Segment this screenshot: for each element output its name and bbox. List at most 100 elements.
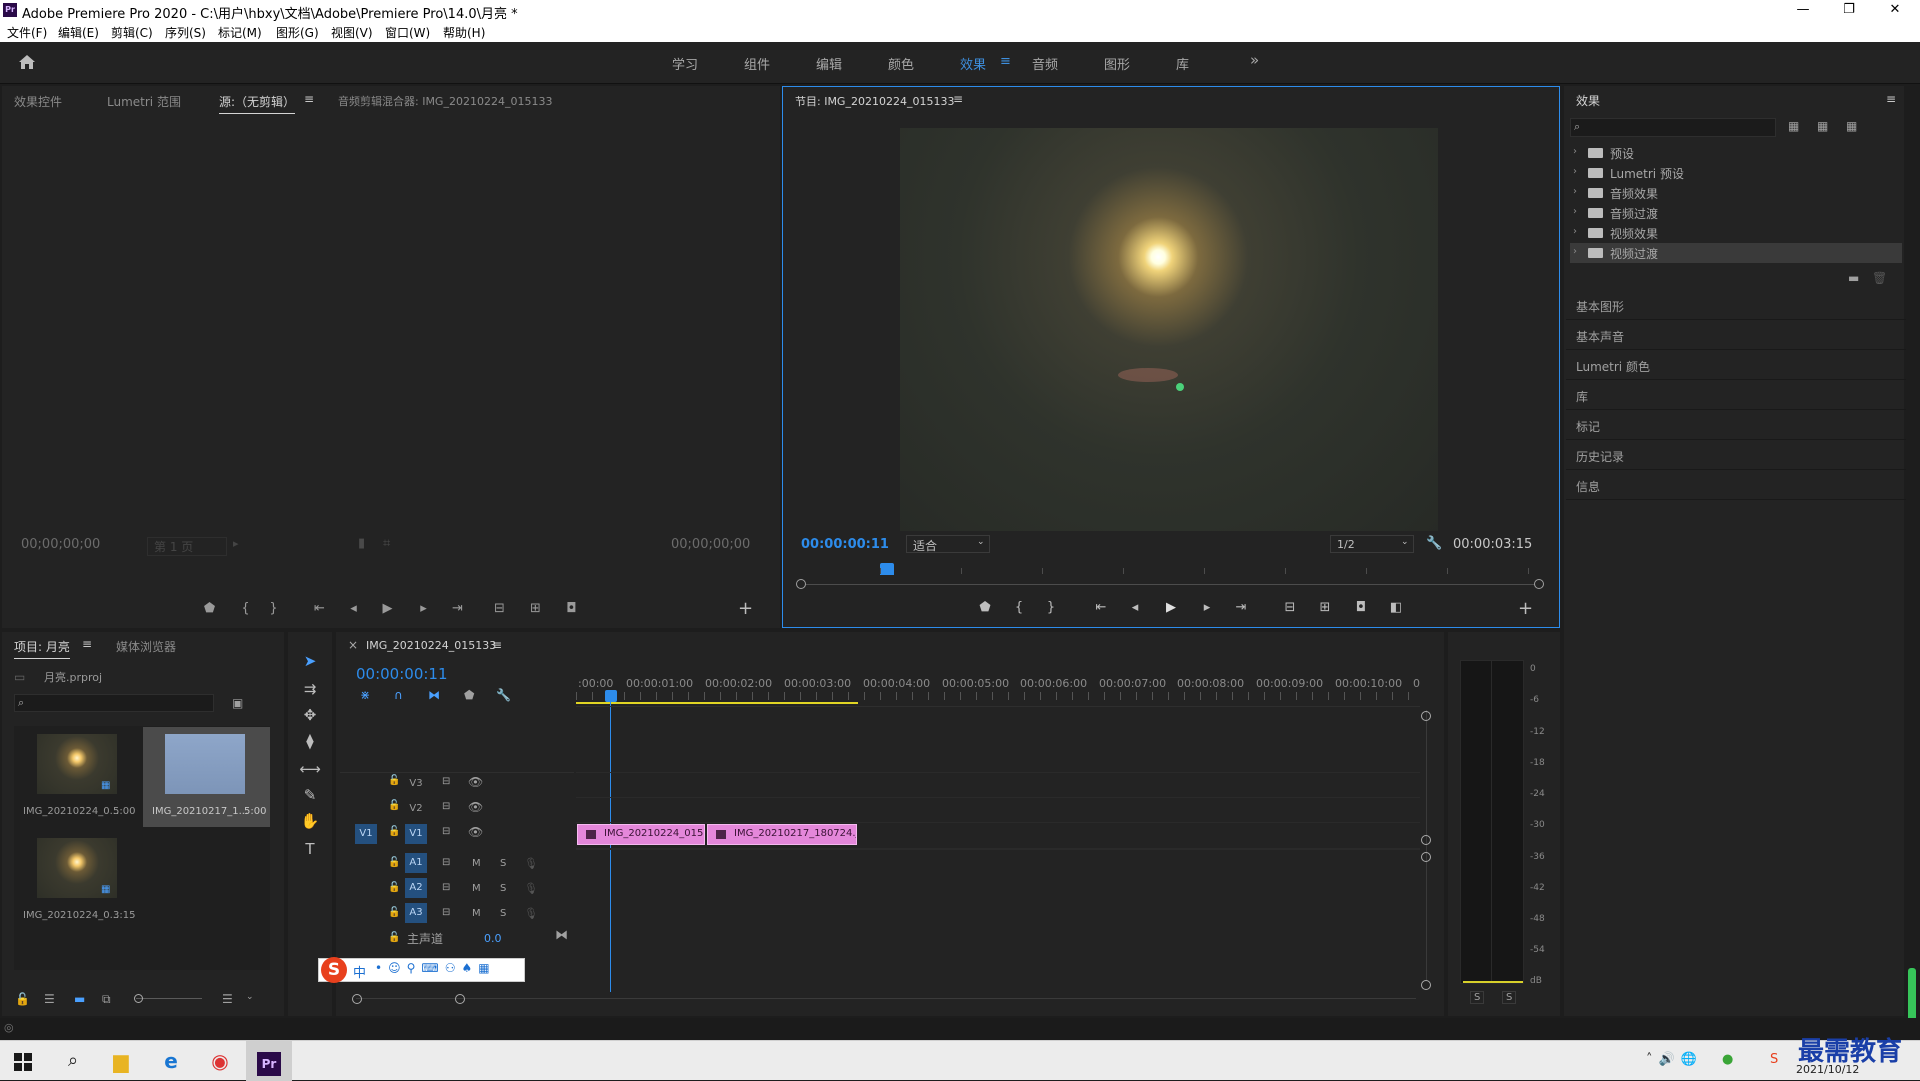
menu-marker[interactable]: 标记(M)	[218, 24, 262, 41]
snap-icon[interactable]: ∩	[394, 688, 403, 702]
sort-icon[interactable]: ☰	[222, 992, 233, 1006]
work-area-bar[interactable]	[576, 702, 858, 704]
pen-tool-icon[interactable]: ✎	[298, 786, 322, 808]
tab-project[interactable]: 项目: 月亮	[14, 638, 70, 659]
ime-tool-icons[interactable]: •☺⚲⌨⚇♠▦	[375, 961, 496, 975]
section-info[interactable]: 信息	[1566, 471, 1906, 500]
list-view-icon[interactable]: ☰	[44, 992, 55, 1006]
scroll-handle[interactable]	[1421, 835, 1431, 845]
track-a1-label[interactable]: A1	[405, 853, 427, 873]
add-marker-icon[interactable]: ⬟	[975, 600, 995, 615]
lock-icon[interactable]: 🔓	[388, 882, 400, 893]
lock-icon[interactable]: 🔓	[388, 775, 400, 786]
mute-button[interactable]: M	[472, 908, 481, 919]
ime-mode[interactable]: 中	[353, 962, 366, 981]
ripple-edit-tool-icon[interactable]: ✥	[298, 706, 322, 728]
tray-app-icon[interactable]: ●	[1722, 1052, 1733, 1067]
windows-start-icon[interactable]	[14, 1053, 32, 1071]
scrub-start-handle[interactable]	[796, 579, 806, 589]
scroll-handle[interactable]	[1421, 980, 1431, 990]
menu-clip[interactable]: 剪辑(C)	[111, 24, 153, 41]
mute-button[interactable]: M	[472, 858, 481, 869]
tab-source[interactable]: 源:（无剪辑）	[219, 93, 296, 114]
menu-view[interactable]: 视图(V)	[331, 24, 373, 41]
workspace-menu-icon[interactable]: ≡	[1000, 54, 1011, 69]
hand-tool-icon[interactable]: ✋	[298, 812, 322, 834]
linked-selection-icon[interactable]: ⧓	[428, 688, 440, 702]
section-history[interactable]: 历史记录	[1566, 441, 1906, 470]
section-essential-graphics[interactable]: 基本图形	[1566, 291, 1906, 320]
track-a2-label[interactable]: A2	[405, 878, 427, 898]
microphone-icon[interactable]: 🎙	[524, 882, 538, 895]
program-scrub-bar[interactable]	[800, 584, 1540, 585]
mark-out-icon[interactable]: }	[1041, 600, 1061, 615]
source-add-button[interactable]: +	[738, 598, 753, 619]
wrench-icon[interactable]: 🔧	[1426, 536, 1442, 551]
yuv-effects-icon[interactable]: ▦	[1846, 119, 1857, 133]
program-add-button[interactable]: +	[1518, 598, 1533, 619]
mark-in-icon[interactable]: {	[1009, 600, 1029, 615]
close-button[interactable]: ✕	[1872, 0, 1918, 21]
mark-out-icon[interactable]: }	[264, 601, 284, 616]
timeline-menu-icon[interactable]: ≡	[492, 638, 502, 652]
sync-lock-icon[interactable]: ⊟	[442, 882, 450, 893]
step-forward-icon[interactable]: ▸	[1197, 600, 1217, 615]
lock-icon[interactable]: 🔓	[388, 800, 400, 811]
extract-icon[interactable]: ⊞	[1315, 600, 1335, 615]
timeline-playhead-handle[interactable]	[605, 690, 617, 702]
add-marker-icon[interactable]: ⬟	[200, 601, 220, 616]
timeline-horizontal-scrollbar[interactable]	[356, 998, 1416, 999]
go-to-in-icon[interactable]: ⇤	[310, 601, 330, 616]
workspace-libraries[interactable]: 库	[1176, 54, 1189, 73]
mute-button[interactable]: M	[472, 883, 481, 894]
timeline-ruler-ticks[interactable]	[576, 692, 1420, 700]
resolution-dropdown[interactable]: 1/2 ⌄	[1330, 535, 1414, 553]
source-page-select[interactable]: 第 1 页	[147, 537, 227, 556]
chrome-icon[interactable]: ◉	[197, 1041, 243, 1081]
master-volume-value[interactable]: 0.0	[484, 932, 502, 945]
icon-view-icon[interactable]: ▬	[74, 992, 85, 1006]
source-timecode[interactable]: 00;00;00;00	[21, 537, 100, 552]
freeform-view-icon[interactable]: ⧉	[102, 992, 111, 1007]
maximize-button[interactable]: ❐	[1826, 0, 1872, 21]
lock-icon[interactable]: 🔓	[388, 826, 400, 837]
camera-icon[interactable]: ◘	[562, 601, 582, 616]
menu-edit[interactable]: 编辑(E)	[58, 24, 99, 41]
section-essential-sound[interactable]: 基本声音	[1566, 321, 1906, 350]
effects-panel-menu-icon[interactable]: ≡	[1886, 92, 1896, 106]
meter-solo-button[interactable]: S	[1470, 991, 1485, 1004]
zoom-handle-right[interactable]	[455, 994, 465, 1004]
delete-icon[interactable]: 🗑	[1872, 271, 1887, 285]
wrench-icon[interactable]: 🔧	[496, 688, 511, 702]
menu-help[interactable]: 帮助(H)	[443, 24, 485, 41]
section-markers[interactable]: 标记	[1566, 411, 1906, 440]
scrub-end-handle[interactable]	[1534, 579, 1544, 589]
razor-tool-icon[interactable]: ⧫	[298, 732, 322, 754]
eye-icon[interactable]: 👁	[468, 825, 483, 839]
track-v3-label[interactable]: V3	[405, 774, 427, 794]
zoom-slider-handle[interactable]	[134, 994, 143, 1003]
track-a3-label[interactable]: A3	[405, 903, 427, 923]
search-icon[interactable]: ⌕	[50, 1041, 96, 1081]
effects-search-input[interactable]: ⌕	[1570, 118, 1776, 137]
source-panel-menu-icon[interactable]: ≡	[304, 92, 314, 106]
premiere-taskbar-icon[interactable]: Pr	[246, 1041, 292, 1081]
sync-lock-icon[interactable]: ⊟	[442, 857, 450, 868]
step-forward-icon[interactable]: ▸	[414, 601, 434, 616]
effects-tree-item-lumetri-presets[interactable]: › Lumetri 预设	[1570, 163, 1902, 183]
workspace-audio[interactable]: 音频	[1032, 54, 1058, 73]
new-bin-icon[interactable]: ▬	[1848, 271, 1859, 285]
settings-icon[interactable]: ⌗	[383, 536, 390, 551]
tab-effect-controls[interactable]: 效果控件	[14, 93, 62, 110]
mark-in-icon[interactable]: {	[236, 601, 256, 616]
lock-icon[interactable]: 🔓	[15, 992, 30, 1006]
timeline-sequence-tab[interactable]: IMG_20210224_015133	[366, 639, 496, 652]
workspace-overflow-icon[interactable]: »	[1250, 51, 1259, 69]
find-icon[interactable]: ▣	[232, 696, 243, 710]
lift-icon[interactable]: ⊟	[1280, 600, 1300, 615]
lock-icon[interactable]: 🔓	[388, 932, 400, 943]
lock-icon[interactable]: 🔓	[388, 857, 400, 868]
effects-tree-item-audio-effects[interactable]: › 音频效果	[1570, 183, 1902, 203]
system-tray-icons[interactable]: ˄🔊🌐	[1646, 1052, 1703, 1067]
play-forward-icon[interactable]: ▸	[233, 537, 239, 550]
